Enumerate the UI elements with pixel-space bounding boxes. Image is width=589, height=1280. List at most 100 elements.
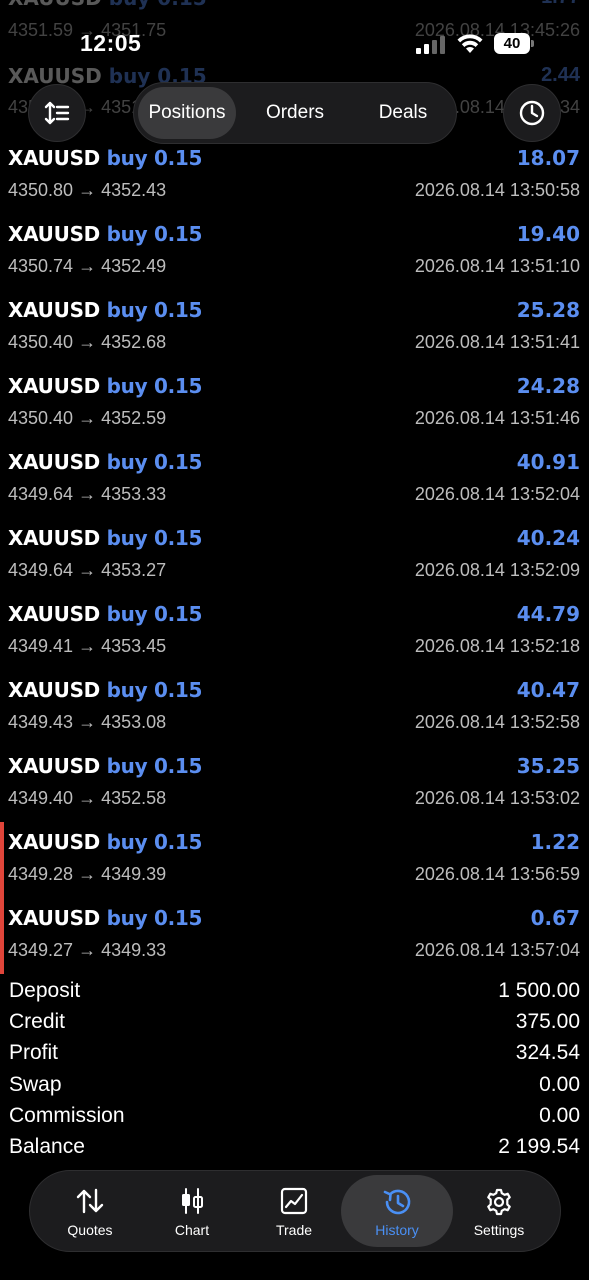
trade-symbol: XAUUSD [8,146,100,170]
nav-settings[interactable]: Settings [448,1175,550,1247]
trade-profit: 24.28 [516,374,580,398]
trade-prices: 4350.74 → 4352.49 [8,256,167,276]
trade-side: buy 0.15 [106,298,203,322]
status-bar: 12:05 40 [0,0,589,80]
sort-button[interactable] [28,84,86,142]
trade-row[interactable]: XAUUSD buy 0.15 40.24 4349.64 → 4353.27 … [0,518,589,594]
trade-prices: 4349.27 → 4349.33 [8,940,167,960]
trade-time: 2026.08.14 13:52:09 [414,560,580,580]
wifi-icon [455,31,485,55]
trade-row[interactable]: XAUUSD buy 0.15 19.40 4350.74 → 4352.49 … [0,214,589,290]
trade-row[interactable]: XAUUSD buy 0.15 40.91 4349.64 → 4353.33 … [0,442,589,518]
summary-deposit: Deposit 1 500.00 [0,976,589,1007]
quotes-arrows-icon [76,1188,104,1214]
trade-prices: 4350.40 → 4352.59 [8,408,167,428]
trade-profit: 19.40 [516,222,580,246]
history-tabs: Positions Orders Deals [133,82,457,144]
trade-side: buy 0.15 [106,146,203,170]
nav-label: Settings [473,1222,525,1238]
trade-prices: 4349.40 → 4352.58 [8,788,167,808]
trade-profit: 25.28 [516,298,580,322]
trade-symbol: XAUUSD [8,450,100,474]
trade-row[interactable]: XAUUSD buy 0.15 40.47 4349.43 → 4353.08 … [0,670,589,746]
trade-prices: 4349.41 → 4353.45 [8,636,167,656]
open-position-marker [0,822,4,898]
summary-value: 375.00 [515,1010,580,1034]
trade-prices: 4349.64 → 4353.33 [8,484,167,504]
history-icon [383,1189,411,1215]
nav-history[interactable]: History [341,1175,453,1247]
summary-commission: Commission 0.00 [0,1101,589,1132]
summary-value: 2 199.54 [498,1134,580,1158]
nav-label: Chart [174,1222,210,1238]
summary-profit: Profit 324.54 [0,1038,589,1069]
trade-side: buy 0.15 [106,374,203,398]
trade-profit: 1.22 [530,830,580,854]
summary-label: Deposit [9,979,81,1002]
summary-label: Commission [9,1103,125,1127]
account-summary: Deposit 1 500.00 Credit 375.00 Profit 32… [0,976,589,1163]
trade-profit: 18.07 [516,146,580,170]
trade-time: 2026.08.14 13:50:58 [414,180,580,200]
tab-deals[interactable]: Deals [354,87,452,139]
battery-level: 40 [494,33,530,54]
candlestick-icon [182,1188,203,1214]
trade-chart-icon [280,1187,308,1215]
cellular-signal-icon [416,34,448,54]
trade-side: buy 0.15 [106,906,203,930]
open-position-marker [0,898,4,974]
nav-label: Quotes [67,1222,113,1238]
trade-time: 2026.08.14 13:52:04 [414,484,580,504]
trade-time: 2026.08.14 13:51:10 [414,256,580,276]
nav-label: History [375,1222,419,1238]
trade-symbol: XAUUSD [8,374,100,398]
period-button[interactable] [503,84,561,142]
trade-row[interactable]: XAUUSD buy 0.15 1.22 4349.28 → 4349.39 2… [0,822,589,898]
trade-prices: 4349.64 → 4353.27 [8,560,167,580]
nav-trade[interactable]: Trade [243,1175,345,1247]
summary-label: Profit [9,1041,59,1065]
nav-chart[interactable]: Chart [141,1175,243,1247]
nav-label: Trade [275,1222,313,1238]
trade-side: buy 0.15 [106,450,203,474]
tab-orders[interactable]: Orders [246,87,344,139]
trade-side: buy 0.15 [106,678,203,702]
trade-time: 2026.08.14 13:51:41 [414,332,580,352]
trade-profit: 40.47 [516,678,580,702]
trade-time: 2026.08.14 13:51:46 [414,408,580,428]
trade-symbol: XAUUSD [8,222,100,246]
trade-prices: 4350.40 → 4352.68 [8,332,167,352]
trade-side: buy 0.15 [106,602,203,626]
gear-icon [487,1188,511,1216]
trade-profit: 40.91 [516,450,580,474]
trade-side: buy 0.15 [106,754,203,778]
trade-symbol: XAUUSD [8,298,100,322]
trade-row[interactable]: XAUUSD buy 0.15 35.25 4349.40 → 4352.58 … [0,746,589,822]
trade-time: 2026.08.14 13:52:18 [414,636,580,656]
summary-value: 1 500.00 [498,979,580,1002]
trade-symbol: XAUUSD [8,830,100,854]
battery-icon: 40 [494,33,534,54]
bottom-nav: Quotes Chart Trade History Settings [29,1170,561,1252]
trade-profit: 44.79 [516,602,580,626]
tab-positions[interactable]: Positions [138,87,236,139]
trade-row[interactable]: XAUUSD buy 0.15 0.67 4349.27 → 4349.33 2… [0,898,589,974]
trade-symbol: XAUUSD [8,526,100,550]
trade-profit: 40.24 [516,526,580,550]
trade-symbol: XAUUSD [8,602,100,626]
trade-profit: 0.67 [530,906,580,930]
summary-credit: Credit 375.00 [0,1007,589,1038]
trade-row[interactable]: XAUUSD buy 0.15 18.07 4350.80 → 4352.43 … [0,138,589,214]
summary-value: 0.00 [539,1072,580,1096]
trade-row[interactable]: XAUUSD buy 0.15 44.79 4349.41 → 4353.45 … [0,594,589,670]
summary-balance: Balance 2 199.54 [0,1132,589,1163]
trade-time: 2026.08.14 13:57:04 [414,940,580,960]
trade-row[interactable]: XAUUSD buy 0.15 25.28 4350.40 → 4352.68 … [0,290,589,366]
clock-icon [519,100,545,126]
nav-quotes[interactable]: Quotes [39,1175,141,1247]
trade-side: buy 0.15 [106,526,203,550]
summary-swap: Swap 0.00 [0,1070,589,1101]
trade-row[interactable]: XAUUSD buy 0.15 24.28 4350.40 → 4352.59 … [0,366,589,442]
trade-time: 2026.08.14 13:53:02 [414,788,580,808]
trade-side: buy 0.15 [106,830,203,854]
